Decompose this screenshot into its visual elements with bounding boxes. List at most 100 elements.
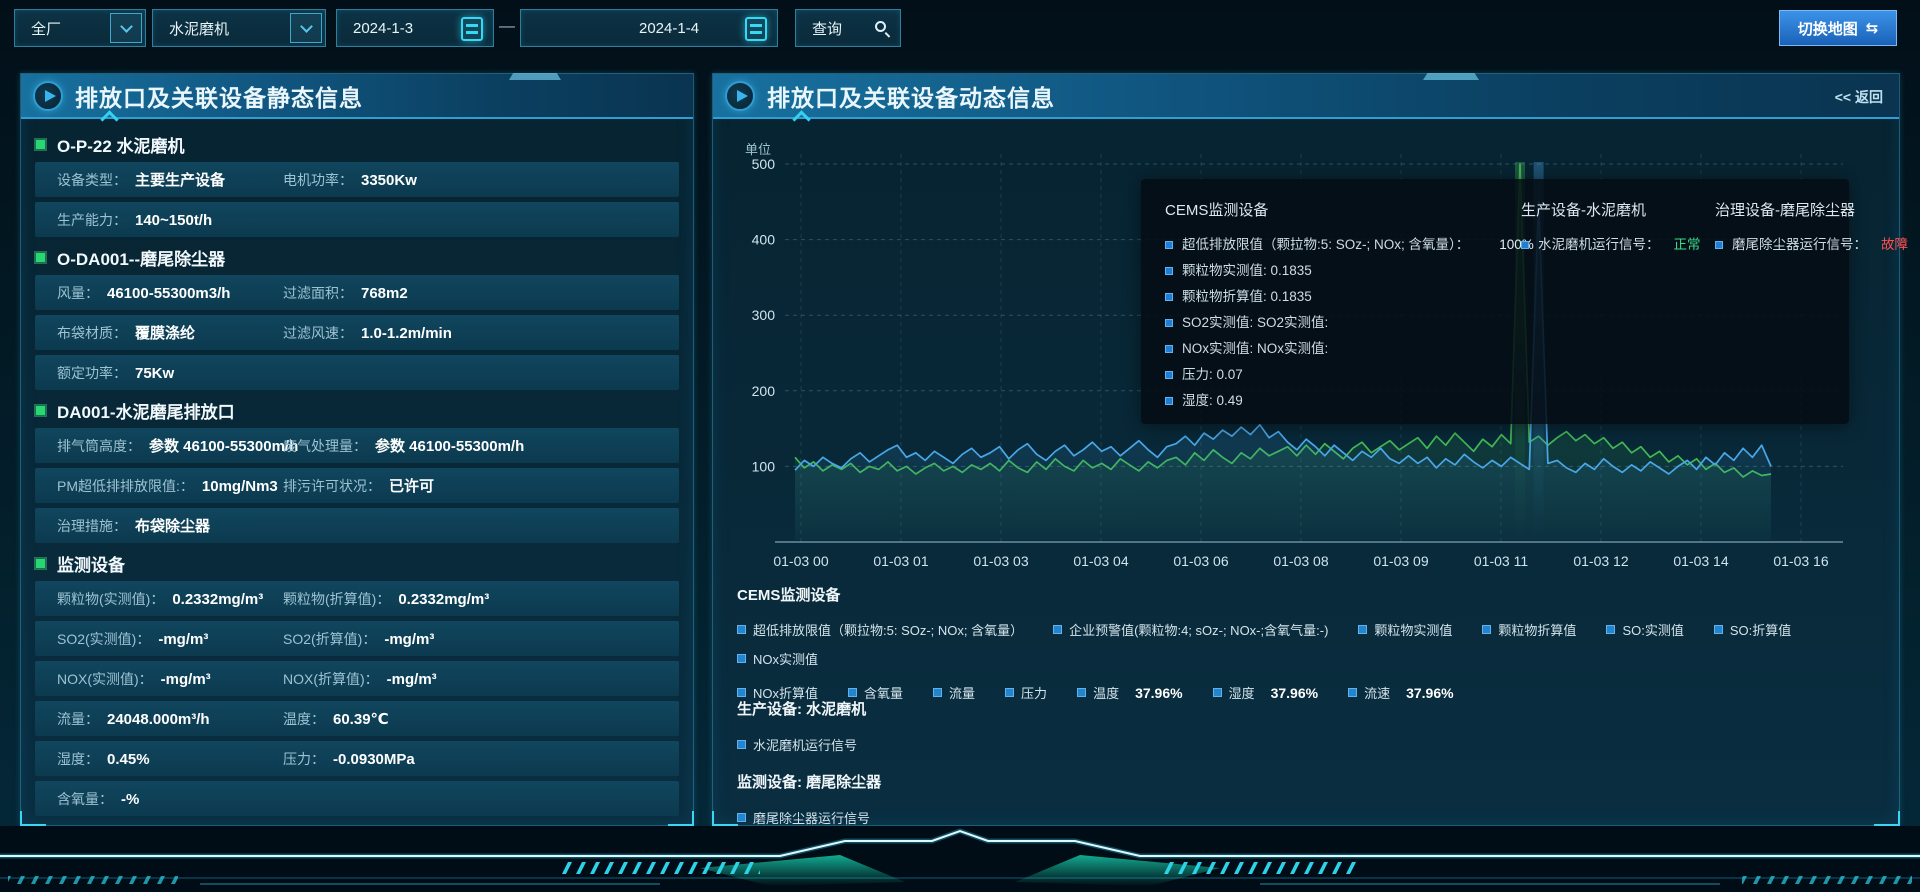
field-label: PM超低排排放限值:： bbox=[57, 476, 194, 496]
legend-item[interactable]: NOx实测值 bbox=[737, 649, 818, 668]
legend-item[interactable]: 流量 bbox=[933, 683, 975, 702]
field: 含氧量：-% bbox=[57, 789, 283, 809]
legend-item[interactable]: 湿度 37.96% bbox=[1213, 683, 1319, 702]
series-marker-icon bbox=[1053, 625, 1062, 634]
calendar-icon[interactable] bbox=[461, 17, 483, 41]
series-marker-icon bbox=[737, 654, 746, 663]
legend-label: 湿度 bbox=[1229, 683, 1255, 702]
field-value: 覆膜涤纶 bbox=[135, 322, 195, 343]
tooltip-item-label: NOx实测值: NOx实测值: bbox=[1182, 336, 1328, 362]
series-marker-icon bbox=[1521, 241, 1529, 249]
legend-row: 超低排放限值（颗拉物:5: SOz-; NOx; 含氧量） 企业预警值(颗粒物:4… bbox=[737, 620, 1879, 668]
field-label: 含氧量： bbox=[57, 789, 113, 809]
tooltip-item: 颗粒物折算值: 0.1835 bbox=[1165, 284, 1495, 310]
svg-text:01-03 00: 01-03 00 bbox=[773, 553, 828, 569]
field-value: 布袋除尘器 bbox=[135, 515, 210, 536]
field-value: 主要生产设备 bbox=[135, 169, 225, 190]
legend-item[interactable]: SO:折算值 bbox=[1714, 620, 1791, 639]
tooltip-treatment-label: 磨尾除尘器运行信号： bbox=[1732, 232, 1867, 258]
legend-value: 37.96% bbox=[1271, 685, 1318, 701]
field: SO2(实测值)：-mg/m³ bbox=[57, 629, 283, 649]
legend-item[interactable]: 企业预警值(颗粒物:4; sOz-; NOx-;含氧气量:-) bbox=[1053, 620, 1328, 639]
series-marker-icon bbox=[848, 688, 857, 697]
field-value: 参数 46100-55300m/h bbox=[375, 435, 524, 456]
series-marker-icon bbox=[1165, 319, 1173, 327]
legend-item[interactable]: 温度37.96% bbox=[1077, 683, 1183, 702]
field: 流量： 24048.000m³/h bbox=[57, 709, 283, 729]
svg-text:01-03 12: 01-03 12 bbox=[1573, 553, 1628, 569]
tooltip-item-label: SO2实测值: SO2实测值: bbox=[1182, 310, 1328, 336]
legend-item[interactable]: 流速37.96% bbox=[1348, 683, 1454, 702]
series-marker-icon bbox=[737, 688, 746, 697]
field-label: 压力： bbox=[283, 749, 325, 769]
table-row: 排气筒高度：参数 46100-55300m/h废气处理量： 参数 46100-55… bbox=[35, 428, 679, 463]
field-value: 140~150t/h bbox=[135, 212, 212, 229]
field: NOX(折算值)：-mg/m³ bbox=[283, 669, 679, 689]
dynamic-info-panel: 排放口及关联设备动态信息 << 返回 bbox=[712, 73, 1900, 826]
field: 压力：-0.0930MPa bbox=[283, 749, 679, 769]
legend-label: SO:折算值 bbox=[1730, 620, 1791, 639]
field: NOX(实测值)：-mg/m³ bbox=[57, 669, 283, 689]
series-marker-icon bbox=[1165, 241, 1173, 249]
switch-map-button[interactable]: 切换地图 ⇆ bbox=[1779, 10, 1897, 46]
legend-item[interactable]: SO:实测值 bbox=[1606, 620, 1683, 639]
tooltip-item: SO2实测值: SO2实测值: bbox=[1165, 310, 1495, 336]
back-link[interactable]: << 返回 bbox=[1835, 87, 1883, 107]
series-marker-icon bbox=[1358, 625, 1367, 634]
svg-text:01-03 01: 01-03 01 bbox=[873, 553, 928, 569]
section-title: O-P-22 水泥磨机 bbox=[57, 132, 185, 157]
field-value: -mg/m³ bbox=[387, 671, 437, 688]
svg-text:01-03 03: 01-03 03 bbox=[973, 553, 1028, 569]
tooltip-treatment-title: 治理设备-磨尾除尘器 bbox=[1715, 199, 1887, 220]
tooltip-item-label: 超低排放限值（颗拉物:5: SOz-; NOx; 含氧量）： bbox=[1182, 232, 1469, 258]
field: 排气筒高度：参数 46100-55300m/h bbox=[57, 435, 283, 456]
corner-bracket bbox=[20, 811, 46, 826]
series-marker-icon bbox=[1715, 241, 1723, 249]
end-date-input[interactable]: 2024-1-4 bbox=[520, 9, 778, 47]
series-marker-icon bbox=[1165, 293, 1173, 301]
svg-text:01-03 16: 01-03 16 bbox=[1773, 553, 1828, 569]
field-label: 流量： bbox=[57, 709, 99, 729]
legend-label: 颗粒物折算值 bbox=[1498, 620, 1576, 639]
monitoring-signal-item[interactable]: 磨尾除尘器运行信号 bbox=[737, 808, 881, 827]
field: 布袋材质：覆膜涤纶 bbox=[57, 322, 283, 343]
field: 治理措施：布袋除尘器 bbox=[57, 515, 283, 536]
svg-text:01-03 06: 01-03 06 bbox=[1173, 553, 1228, 569]
legend-label: 流量 bbox=[949, 683, 975, 702]
chevron-up-icon bbox=[792, 110, 810, 128]
legend-item[interactable]: 压力 bbox=[1005, 683, 1047, 702]
tooltip-item: 颗粒物实测值: 0.1835 bbox=[1165, 258, 1495, 284]
corner-bracket bbox=[1874, 811, 1900, 826]
query-button[interactable]: 查询 bbox=[795, 9, 901, 47]
legend-label: SO:实测值 bbox=[1622, 620, 1683, 639]
table-row: 流量：24048.000m³/h温度：60.39℃ bbox=[35, 701, 679, 736]
device-select[interactable]: 水泥磨机 bbox=[152, 9, 326, 47]
plant-select[interactable]: 全厂 bbox=[14, 9, 146, 47]
field: 湿度：0.45% bbox=[57, 749, 283, 769]
green-square-icon bbox=[35, 139, 46, 150]
device-select-chevron[interactable] bbox=[290, 13, 322, 43]
section-row: O-P-22 水泥磨机 bbox=[35, 132, 679, 157]
table-row: 湿度：0.45%压力：-0.0930MPa bbox=[35, 741, 679, 776]
plant-select-chevron[interactable] bbox=[110, 13, 142, 43]
legend-item[interactable]: 颗粒物折算值 bbox=[1482, 620, 1576, 639]
legend-row: NOx折算值含氧量流量压力温度37.96%湿度37.96%流速37.96% bbox=[737, 683, 1879, 702]
field: PM超低排排放限值:：10mg/Nm3 bbox=[57, 476, 283, 496]
legend-item[interactable]: 颗粒物实测值 bbox=[1358, 620, 1452, 639]
field-label: 设备类型： bbox=[57, 170, 127, 190]
field-value: 已许可 bbox=[389, 475, 434, 496]
start-date-input[interactable]: 2024-1-3 bbox=[336, 9, 494, 47]
field-value: 24048.000m³/h bbox=[107, 711, 210, 728]
production-signal-item[interactable]: 水泥磨机运行信号 bbox=[737, 735, 866, 754]
status-normal: 正常 bbox=[1674, 232, 1701, 258]
svg-text:300: 300 bbox=[752, 307, 776, 323]
legend-item[interactable]: 超低排放限值（颗拉物:5: SOz-; NOx; 含氧量） bbox=[737, 620, 1023, 639]
calendar-icon[interactable] bbox=[745, 17, 767, 41]
query-button-label: 查询 bbox=[796, 18, 842, 39]
field: 过滤面积：768m2 bbox=[283, 283, 679, 303]
field-value: 46100-55300m3/h bbox=[107, 285, 230, 302]
svg-text:01-03 08: 01-03 08 bbox=[1273, 553, 1328, 569]
svg-text:01-03 14: 01-03 14 bbox=[1673, 553, 1728, 569]
tooltip-item: NOx实测值: NOx实测值: bbox=[1165, 336, 1495, 362]
field-label: 废气处理量： bbox=[283, 436, 367, 456]
